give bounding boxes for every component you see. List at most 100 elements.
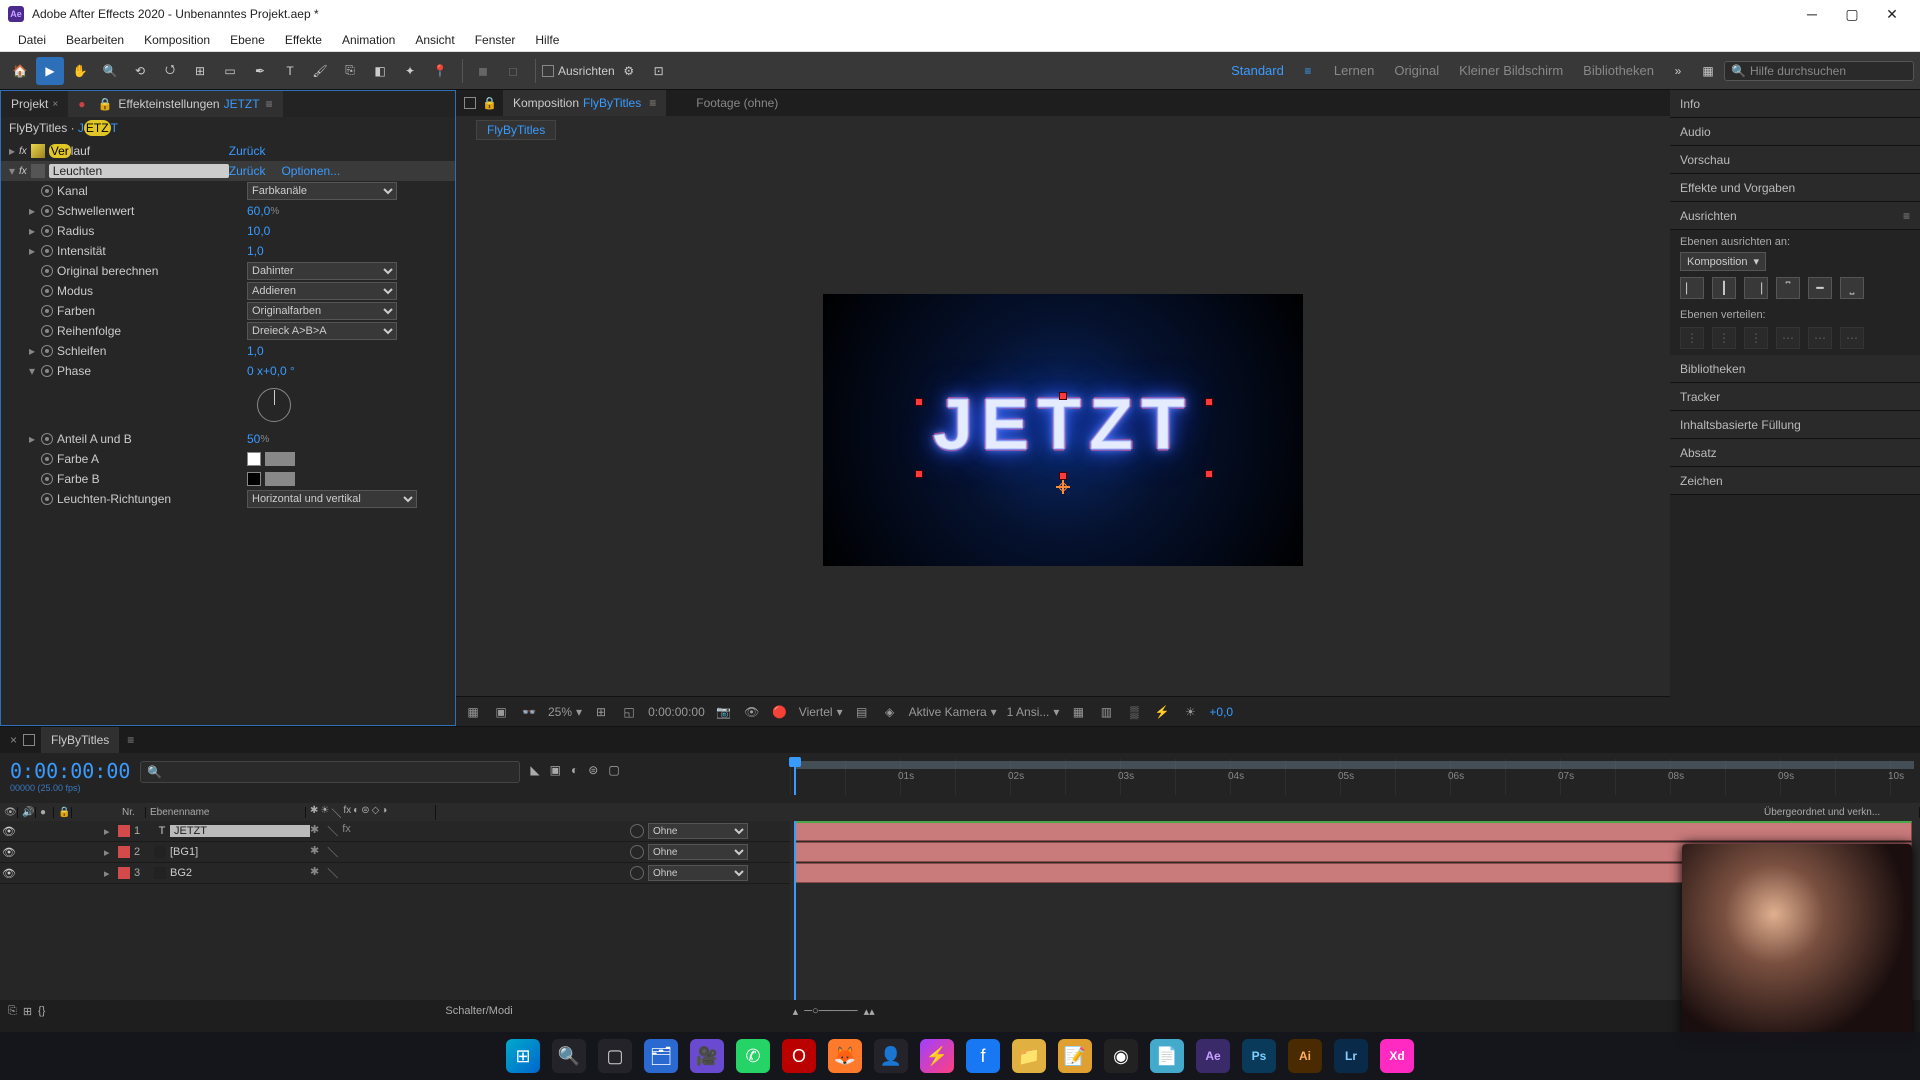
twirl-icon[interactable]: ▸: [104, 825, 118, 838]
col-lock-icon[interactable]: 🔒: [54, 807, 72, 818]
guides-icon[interactable]: ▦: [1069, 705, 1087, 719]
timeline-search[interactable]: 🔍: [140, 761, 520, 783]
taskbar-folder[interactable]: 📁: [1012, 1039, 1046, 1073]
minimize-button[interactable]: ─: [1792, 6, 1832, 22]
stopwatch-icon[interactable]: [41, 245, 53, 257]
twirl-icon[interactable]: ▸: [29, 204, 41, 218]
pickwhip-icon[interactable]: [630, 824, 644, 838]
taskbar-after-effects[interactable]: Ae: [1196, 1039, 1230, 1073]
puppet-tool[interactable]: 📍: [426, 57, 454, 85]
exposure-icon[interactable]: ☀: [1181, 705, 1199, 719]
pen-tool[interactable]: ✒: [246, 57, 274, 85]
taskbar-taskview[interactable]: ▢: [598, 1039, 632, 1073]
exposure-value[interactable]: +0,0: [1209, 705, 1233, 719]
current-timecode[interactable]: 0:00:00:00: [10, 759, 130, 783]
maximize-button[interactable]: ▢: [1832, 6, 1872, 23]
zoom-dropdown[interactable]: 25%▾: [548, 705, 582, 719]
eyedropper-icon[interactable]: [265, 472, 295, 486]
work-area[interactable]: [794, 761, 1914, 769]
panel-layout-icon[interactable]: ▦: [1694, 57, 1722, 85]
twirl-icon[interactable]: ▸: [29, 244, 41, 258]
panel-effekte-vorgaben[interactable]: Effekte und Vorgaben: [1670, 174, 1920, 202]
pickwhip-icon[interactable]: [630, 866, 644, 880]
draft3d-icon[interactable]: ▣: [550, 763, 561, 777]
alpha-icon[interactable]: ▦: [464, 705, 482, 719]
menu-animation[interactable]: Animation: [332, 33, 405, 47]
align-vcenter-button[interactable]: ━: [1808, 277, 1832, 299]
taskbar-whatsapp[interactable]: ✆: [736, 1039, 770, 1073]
selection-handle[interactable]: [915, 470, 923, 478]
shy-toggle-icon[interactable]: ◣: [530, 763, 539, 777]
resolution-icon[interactable]: ⊞: [592, 705, 610, 719]
panel-menu-icon[interactable]: ≡: [1903, 209, 1910, 223]
toggle-switches-icon[interactable]: ⊞: [23, 1005, 32, 1018]
3d-icon[interactable]: ◈: [881, 705, 899, 719]
twirl-icon[interactable]: ▸: [29, 224, 41, 238]
tab-effekteinstellungen[interactable]: ● 🔒 Effekteinstellungen JETZT ≡: [68, 91, 282, 117]
layer-color[interactable]: [118, 846, 130, 858]
color-mgmt-icon[interactable]: 🔴: [771, 705, 789, 719]
region-icon[interactable]: ◱: [620, 705, 638, 719]
lock-icon[interactable]: 🔒: [482, 96, 497, 110]
toggle-switches-icon[interactable]: {}: [38, 1005, 45, 1017]
stopwatch-icon[interactable]: [41, 285, 53, 297]
canvas[interactable]: JETZT: [823, 294, 1303, 566]
lock-icon[interactable]: 🔒: [97, 97, 112, 111]
menu-ansicht[interactable]: Ansicht: [405, 33, 464, 47]
effect-options[interactable]: Optionen...: [281, 164, 340, 178]
layer-row[interactable]: 👁 ▸ 2 [BG1] ✱＼ Ohne: [0, 842, 790, 863]
twirl-icon[interactable]: ▸: [29, 432, 41, 446]
layer-row[interactable]: 👁 ▸ 1 T JETZT ✱＼fx Ohne: [0, 821, 790, 842]
tab-footage[interactable]: Footage (ohne): [696, 96, 778, 110]
color-swatch[interactable]: [247, 452, 261, 466]
show-snapshot-icon[interactable]: 👁: [743, 705, 761, 719]
timeline-tab[interactable]: FlyByTitles: [41, 727, 119, 753]
selection-handle[interactable]: [915, 398, 923, 406]
panel-audio[interactable]: Audio: [1670, 118, 1920, 146]
phase-dial[interactable]: [257, 388, 291, 422]
prop-value[interactable]: 1,0: [247, 244, 264, 258]
align-target-dropdown[interactable]: Komposition ▾: [1680, 252, 1766, 271]
taskbar-photoshop[interactable]: Ps: [1242, 1039, 1276, 1073]
prop-value[interactable]: 1,0: [247, 344, 264, 358]
pickwhip-icon[interactable]: [630, 845, 644, 859]
home-tool[interactable]: 🏠: [6, 57, 34, 85]
composition-toggle-icon[interactable]: [23, 734, 35, 746]
prop-modus-dropdown[interactable]: Addieren: [247, 282, 397, 300]
panel-bibliotheken[interactable]: Bibliotheken: [1670, 355, 1920, 383]
panel-tracker[interactable]: Tracker: [1670, 383, 1920, 411]
tab-komposition[interactable]: Komposition FlyByTitles ≡: [503, 90, 666, 116]
transparency-icon[interactable]: ▤: [853, 705, 871, 719]
viewer-toggle-icon[interactable]: [464, 97, 476, 109]
eraser-tool[interactable]: ◧: [366, 57, 394, 85]
channel-icon[interactable]: ▣: [492, 705, 510, 719]
taskbar-messenger[interactable]: ⚡: [920, 1039, 954, 1073]
time-ruler[interactable]: 01s 02s 03s 04s 05s 06s 07s 08s 09s 10s: [790, 759, 1920, 795]
panel-zeichen[interactable]: Zeichen: [1670, 467, 1920, 495]
views-dropdown[interactable]: 1 Ansi...▾: [1007, 705, 1060, 719]
taskbar-video[interactable]: 🎥: [690, 1039, 724, 1073]
prop-value[interactable]: 50: [247, 432, 260, 446]
stopwatch-icon[interactable]: [41, 365, 53, 377]
motion-blur-icon[interactable]: ⊜: [588, 763, 598, 777]
selection-handle[interactable]: [1059, 392, 1067, 400]
taskbar-search[interactable]: 🔍: [552, 1039, 586, 1073]
align-bottom-button[interactable]: ⎵: [1840, 277, 1864, 299]
distribute-button[interactable]: ⋯: [1840, 327, 1864, 349]
snapshot-icon[interactable]: 📷: [715, 705, 733, 719]
graph-editor-icon[interactable]: ▢: [608, 763, 619, 777]
schalter-modi-toggle[interactable]: Schalter/Modi: [445, 1005, 512, 1017]
taskbar-obs[interactable]: ◉: [1104, 1039, 1138, 1073]
eyedropper-icon[interactable]: [265, 452, 295, 466]
panel-menu-icon[interactable]: ≡: [266, 97, 273, 111]
taskbar-app[interactable]: 👤: [874, 1039, 908, 1073]
workspace-kleiner[interactable]: Kleiner Bildschirm: [1449, 63, 1573, 78]
menu-effekte[interactable]: Effekte: [275, 33, 332, 47]
fx-enable-icon[interactable]: fx: [19, 166, 27, 177]
parent-dropdown[interactable]: Ohne: [648, 865, 748, 881]
taskbar-illustrator[interactable]: Ai: [1288, 1039, 1322, 1073]
menu-datei[interactable]: Datei: [8, 33, 56, 47]
frame-blend-icon[interactable]: ◐: [571, 763, 578, 777]
stopwatch-icon[interactable]: [41, 345, 53, 357]
layer-name[interactable]: JETZT: [170, 825, 310, 837]
